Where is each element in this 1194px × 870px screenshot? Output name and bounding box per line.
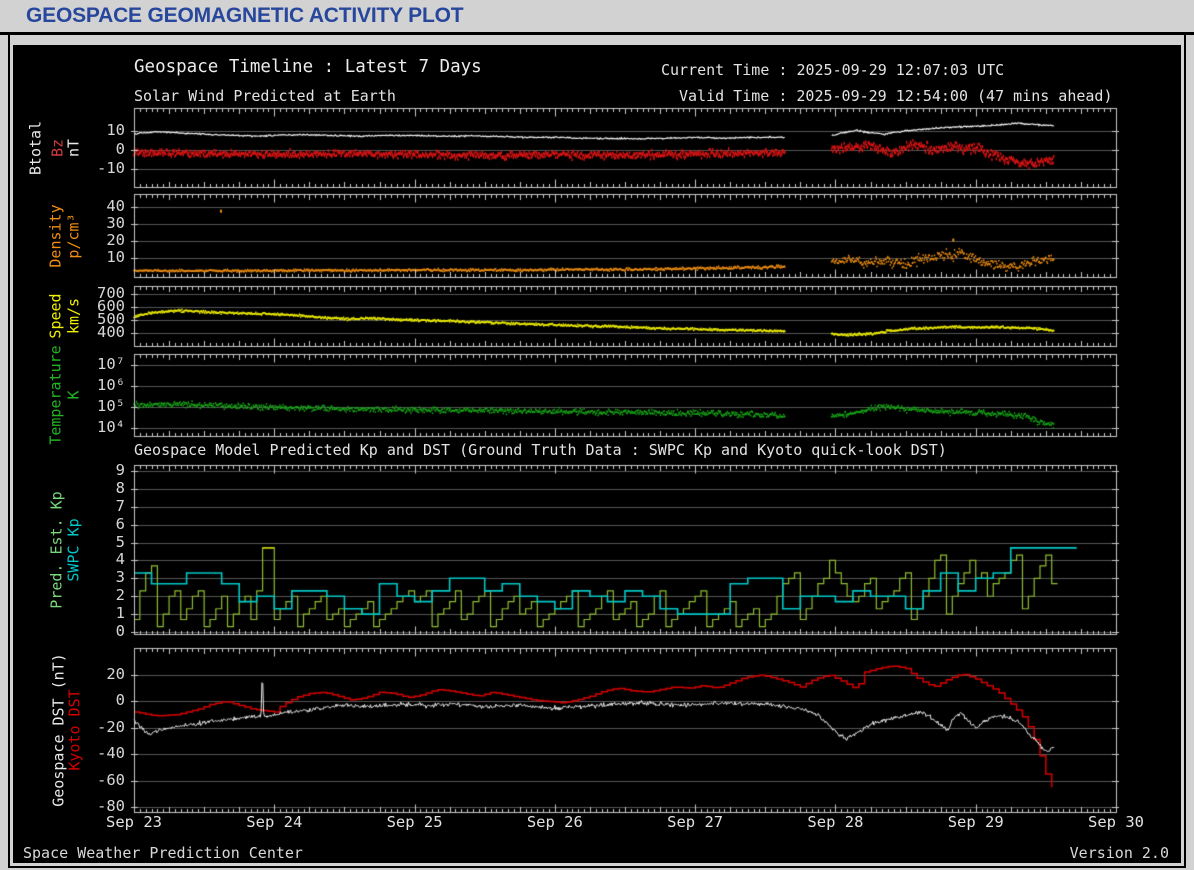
axis-label-temperature: Temperature	[46, 345, 65, 445]
ytick-temperature-10⁴: 10⁴	[97, 418, 125, 436]
ytick-dst-20: 20	[106, 665, 125, 684]
ytick-dst--60: -60	[97, 770, 125, 789]
axis-label-kyoto-dst: Kyoto DST	[65, 689, 84, 771]
ytick-temperature-10⁵: 10⁵	[97, 396, 125, 415]
xtick-sep-30: Sep 30	[1088, 813, 1144, 831]
axis-label-geospace-dst-nt-: Geospace DST (nT)	[49, 653, 68, 807]
plot-title: Geospace Timeline : Latest 7 Days	[134, 57, 482, 77]
xtick-sep-27: Sep 27	[667, 813, 724, 831]
xtick-sep-28: Sep 28	[807, 813, 864, 831]
valid-time: Valid Time : 2025-09-29 12:54:00 (47 min…	[679, 87, 1113, 105]
geospace-plot: Geospace Timeline : Latest 7 Days Curren…	[13, 45, 1181, 863]
ytick-kp-8: 8	[115, 478, 125, 497]
current-time: Current Time : 2025-09-29 12:07:03 UTC	[661, 61, 1005, 79]
mid-title: Geospace Model Predicted Kp and DST (Gro…	[134, 441, 947, 459]
ytick-kp-2: 2	[115, 586, 125, 605]
axis-label-pred-est-kp: Pred. Est. Kp	[47, 490, 66, 609]
footer-right: Version 2.0	[1069, 844, 1169, 862]
plot-subtitle: Solar Wind Predicted at Earth	[134, 87, 396, 105]
page-title: GEOSPACE GEOMAGNETIC ACTIVITY PLOT	[0, 0, 1194, 35]
ytick-kp-1: 1	[115, 604, 125, 623]
plot-frame: Geospace Timeline : Latest 7 Days Curren…	[8, 35, 1186, 868]
axis-label-density: Density	[46, 203, 65, 268]
xtick-sep-23: Sep 23	[106, 813, 162, 831]
axis-label-p-cm-: p/cm³	[64, 212, 83, 259]
xtick-sep-24: Sep 24	[246, 813, 303, 831]
axis-label-bz: Bz	[48, 138, 67, 157]
xtick-sep-29: Sep 29	[947, 813, 1004, 831]
ytick-density-40: 40	[106, 196, 125, 215]
axis-label-speed: Speed	[46, 293, 65, 339]
xtick-sep-26: Sep 26	[526, 813, 583, 831]
ytick-temperature-10⁷: 10⁷	[97, 354, 125, 373]
axis-label-km-s: km/s	[64, 297, 83, 335]
ytick-kp-0: 0	[115, 622, 125, 641]
ytick-kp-7: 7	[115, 496, 125, 515]
xtick-sep-25: Sep 25	[386, 813, 443, 831]
axis-label-nt: nT	[64, 138, 83, 157]
axis-label-swpc-kp: SWPC Kp	[64, 517, 83, 582]
axis-label-k: K	[64, 390, 83, 400]
axis-label-btotal: Btotal	[26, 120, 45, 175]
page: GEOSPACE GEOMAGNETIC ACTIVITY PLOT Geosp…	[0, 0, 1194, 868]
ytick-kp-9: 9	[115, 460, 125, 479]
footer-left: Space Weather Prediction Center	[23, 844, 303, 862]
